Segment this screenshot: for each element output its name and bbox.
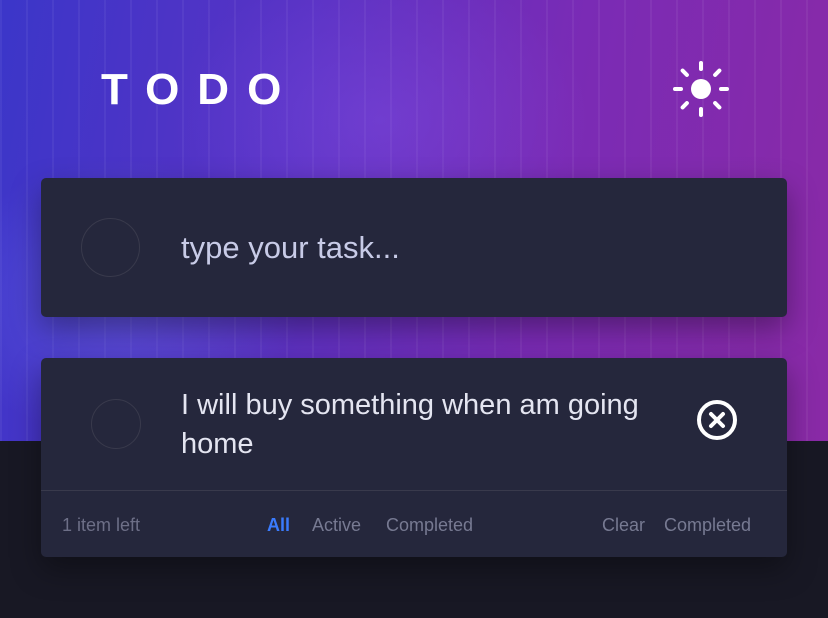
new-task-check-circle[interactable] bbox=[81, 218, 140, 277]
todo-text[interactable]: I will buy something when am going home bbox=[181, 386, 651, 464]
sun-icon bbox=[673, 61, 729, 117]
list-footer: 1 item left All Active Completed Clear C… bbox=[41, 491, 787, 557]
filter-all-button[interactable]: All bbox=[267, 515, 290, 536]
new-task-card bbox=[41, 178, 787, 317]
todo-check-circle[interactable] bbox=[91, 399, 141, 449]
app-title: TODO bbox=[101, 65, 300, 114]
filter-completed-button[interactable]: Completed bbox=[386, 515, 473, 536]
todo-item: I will buy something when am going home bbox=[41, 358, 787, 490]
new-task-input[interactable] bbox=[181, 218, 741, 278]
delete-todo-button[interactable] bbox=[695, 398, 739, 442]
todo-list-card: I will buy something when am going home … bbox=[41, 358, 787, 557]
theme-toggle-button[interactable] bbox=[671, 59, 731, 119]
close-circle-icon bbox=[697, 400, 737, 440]
filter-active-button[interactable]: Active bbox=[312, 515, 361, 536]
clear-completed-button[interactable]: Clear Completed bbox=[602, 515, 751, 536]
items-left-count: 1 item left bbox=[62, 515, 141, 535]
